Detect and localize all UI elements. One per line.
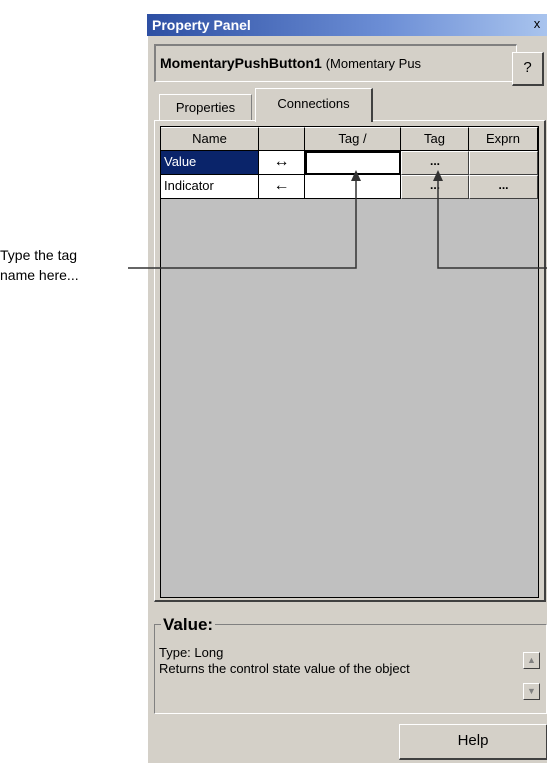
callout-arrowhead-tag-browse <box>433 170 443 181</box>
tab-connections[interactable]: Connections <box>255 88 373 122</box>
callout-line-tag-input <box>128 178 357 269</box>
callout-arrowhead-tag-input <box>351 170 361 181</box>
callout-line-tag-browse <box>437 178 547 269</box>
